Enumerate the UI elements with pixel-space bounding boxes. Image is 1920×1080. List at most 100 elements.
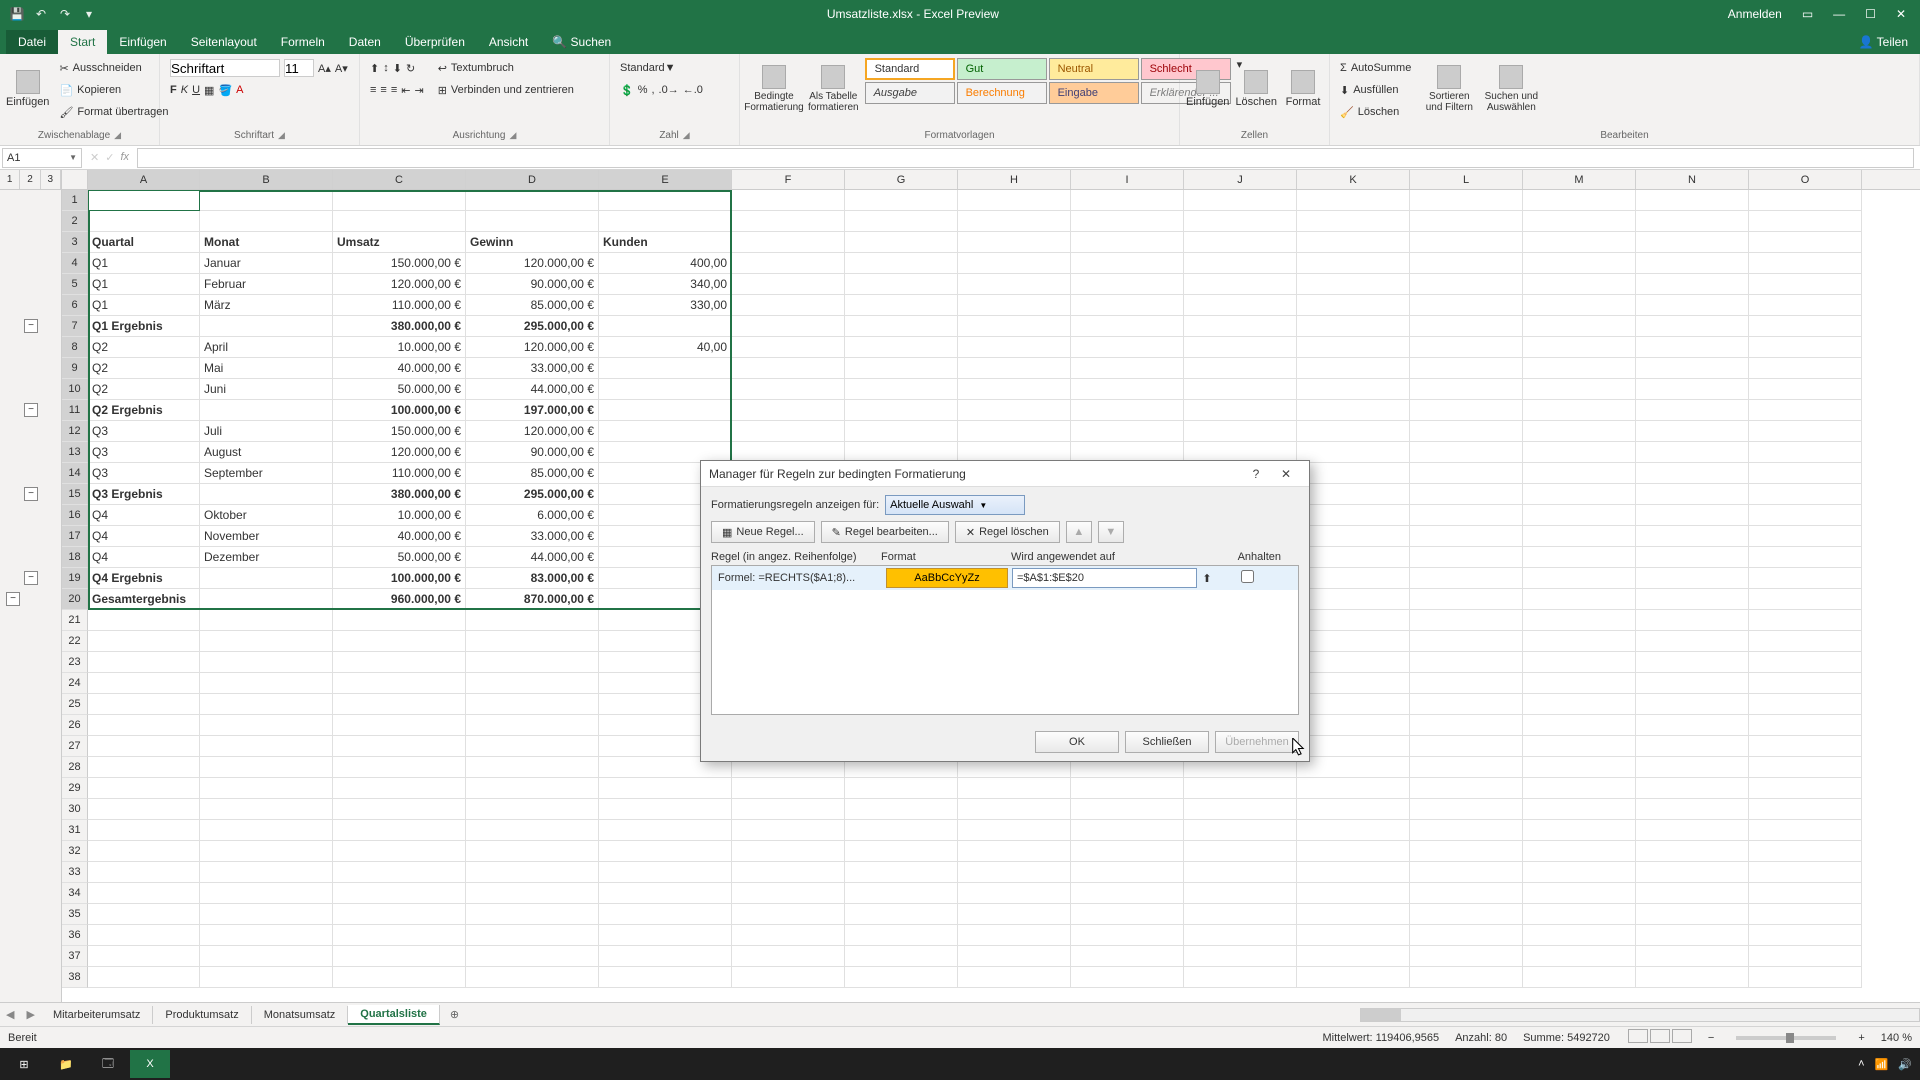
cell[interactable]: [1184, 379, 1297, 400]
cell[interactable]: [1749, 337, 1862, 358]
cell[interactable]: [1749, 610, 1862, 631]
cell[interactable]: [1749, 778, 1862, 799]
cell[interactable]: [1297, 190, 1410, 211]
cell[interactable]: [958, 925, 1071, 946]
cell[interactable]: [1071, 316, 1184, 337]
cell[interactable]: [732, 946, 845, 967]
cell[interactable]: [1636, 442, 1749, 463]
cell[interactable]: [1184, 337, 1297, 358]
cell[interactable]: [88, 736, 200, 757]
cell[interactable]: [1071, 253, 1184, 274]
cell[interactable]: [599, 316, 732, 337]
cell[interactable]: [732, 904, 845, 925]
cell[interactable]: [845, 883, 958, 904]
cell[interactable]: [1184, 925, 1297, 946]
cell[interactable]: [845, 421, 958, 442]
cell[interactable]: [958, 274, 1071, 295]
cell[interactable]: [1071, 883, 1184, 904]
share-button[interactable]: 👤 Teilen: [1847, 30, 1920, 54]
column-header-G[interactable]: G: [845, 170, 958, 189]
qat-more-icon[interactable]: ▾: [80, 5, 98, 23]
cell[interactable]: [1523, 547, 1636, 568]
cell[interactable]: [466, 946, 599, 967]
cell[interactable]: [1749, 316, 1862, 337]
cell[interactable]: [466, 883, 599, 904]
cell[interactable]: [200, 568, 333, 589]
number-format-combo[interactable]: Standard▼: [620, 62, 729, 74]
cell[interactable]: 85.000,00 €: [466, 463, 599, 484]
cell[interactable]: [599, 358, 732, 379]
row-header[interactable]: 6: [62, 295, 88, 316]
cell[interactable]: [958, 358, 1071, 379]
cell[interactable]: 110.000,00 €: [333, 295, 466, 316]
cell[interactable]: [466, 673, 599, 694]
cell[interactable]: [732, 211, 845, 232]
cell[interactable]: [1071, 358, 1184, 379]
cell[interactable]: September: [200, 463, 333, 484]
cell[interactable]: [1749, 694, 1862, 715]
cell[interactable]: 870.000,00 €: [466, 589, 599, 610]
cell[interactable]: 380.000,00 €: [333, 316, 466, 337]
cell[interactable]: [1749, 631, 1862, 652]
style-gut[interactable]: Gut: [957, 58, 1047, 80]
cell[interactable]: [1636, 337, 1749, 358]
cell[interactable]: [200, 631, 333, 652]
cell[interactable]: [1523, 463, 1636, 484]
cell[interactable]: [958, 400, 1071, 421]
cell[interactable]: [333, 736, 466, 757]
cell[interactable]: [200, 715, 333, 736]
column-header-K[interactable]: K: [1297, 170, 1410, 189]
cell[interactable]: [958, 967, 1071, 988]
cell[interactable]: [958, 946, 1071, 967]
cell[interactable]: [1636, 484, 1749, 505]
wrap-text-button[interactable]: ↩ Textumbruch: [434, 58, 578, 78]
cell[interactable]: [1523, 757, 1636, 778]
column-header-B[interactable]: B: [200, 170, 333, 189]
cell[interactable]: [1071, 211, 1184, 232]
cell[interactable]: [1410, 610, 1523, 631]
cell[interactable]: [1636, 757, 1749, 778]
cell[interactable]: [88, 820, 200, 841]
cell[interactable]: [1297, 820, 1410, 841]
cell[interactable]: [1410, 715, 1523, 736]
select-all-corner[interactable]: [62, 170, 88, 189]
cell[interactable]: Mai: [200, 358, 333, 379]
cell[interactable]: [1636, 316, 1749, 337]
cell[interactable]: [1297, 715, 1410, 736]
row-header[interactable]: 38: [62, 967, 88, 988]
cell[interactable]: [599, 778, 732, 799]
cell[interactable]: [958, 295, 1071, 316]
cell[interactable]: [1410, 757, 1523, 778]
row-header[interactable]: 13: [62, 442, 88, 463]
cell[interactable]: [466, 757, 599, 778]
cell[interactable]: 83.000,00 €: [466, 568, 599, 589]
indent-decrease-icon[interactable]: ⇤: [401, 84, 410, 97]
name-box[interactable]: A1▼: [2, 148, 82, 168]
cell[interactable]: Q4 Ergebnis: [88, 568, 200, 589]
cell[interactable]: [845, 946, 958, 967]
row-header[interactable]: 26: [62, 715, 88, 736]
align-top-icon[interactable]: ⬆: [370, 62, 379, 75]
column-header-M[interactable]: M: [1523, 170, 1636, 189]
cell[interactable]: [1410, 883, 1523, 904]
cell[interactable]: [732, 316, 845, 337]
cell[interactable]: [1523, 211, 1636, 232]
align-bottom-icon[interactable]: ⬇: [393, 62, 402, 75]
cell[interactable]: [599, 946, 732, 967]
cell[interactable]: [1749, 442, 1862, 463]
outline-collapse-button[interactable]: −: [24, 487, 38, 501]
cell[interactable]: [1523, 274, 1636, 295]
cell[interactable]: [958, 421, 1071, 442]
cell[interactable]: [1749, 967, 1862, 988]
add-sheet-button[interactable]: ⊕: [440, 1008, 469, 1021]
cell[interactable]: [200, 925, 333, 946]
border-button[interactable]: ▦: [204, 84, 214, 97]
cell[interactable]: [466, 904, 599, 925]
cell[interactable]: [732, 253, 845, 274]
cell[interactable]: [1071, 190, 1184, 211]
cell[interactable]: [1410, 295, 1523, 316]
cell[interactable]: [1410, 652, 1523, 673]
cell[interactable]: 40.000,00 €: [333, 358, 466, 379]
cell[interactable]: [1749, 421, 1862, 442]
cell[interactable]: [88, 841, 200, 862]
